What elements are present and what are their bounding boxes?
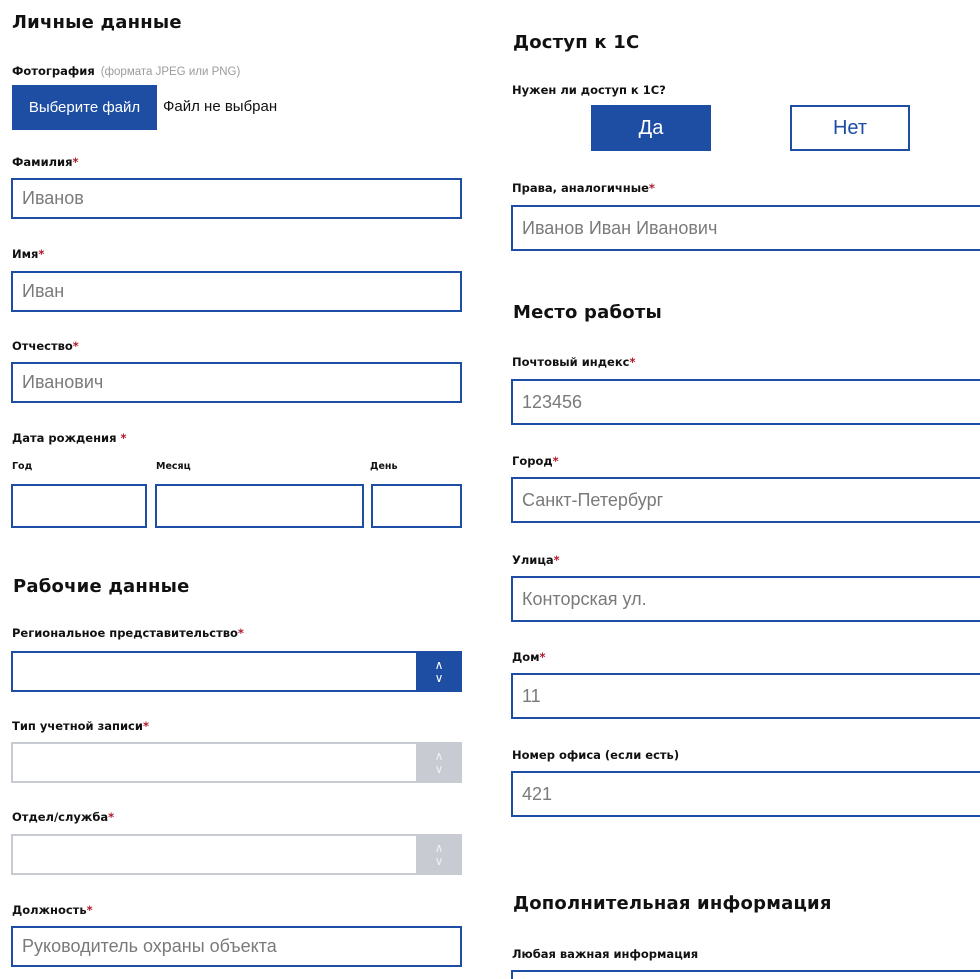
access-yes-button[interactable]: Да xyxy=(591,105,711,151)
department-label: Отдел/служба* xyxy=(12,810,114,824)
house-label: Дом* xyxy=(512,650,546,664)
city-input[interactable]: Санкт-Петербург xyxy=(511,477,980,523)
street-label-text: Улица xyxy=(512,553,554,567)
access-question-label: Нужен ли доступ к 1С? xyxy=(512,83,666,97)
rights-label: Права, аналогичные* xyxy=(512,181,655,195)
position-label: Должность* xyxy=(12,903,93,917)
position-label-text: Должность xyxy=(12,903,87,917)
day-label: День xyxy=(370,461,398,472)
city-label-text: Город xyxy=(512,454,553,468)
chevron-down-icon: ∨ xyxy=(434,670,444,685)
name-label-text: Имя xyxy=(12,247,39,261)
account-type-select[interactable]: ∧ ∨ xyxy=(11,742,462,783)
surname-label: Фамилия* xyxy=(12,155,79,169)
chevron-up-icon: ∧ xyxy=(434,840,444,855)
chevron-down-icon: ∨ xyxy=(434,853,444,868)
file-status-text: Файл не выбран xyxy=(163,98,278,115)
birth-day-input[interactable] xyxy=(371,484,462,528)
name-input[interactable]: Иван xyxy=(11,271,462,312)
workplace-title: Место работы xyxy=(513,302,662,323)
choose-file-button[interactable]: Выберите файл xyxy=(12,85,157,130)
extra-info-label: Любая важная информация xyxy=(512,947,699,961)
region-select[interactable]: ∧ ∨ xyxy=(11,651,462,692)
photo-label-text: Фотография xyxy=(12,64,95,78)
office-label: Номер офиса (если есть) xyxy=(512,748,680,762)
required-mark: * xyxy=(553,553,560,567)
access-no-button[interactable]: Нет xyxy=(790,105,910,151)
year-label: Год xyxy=(12,461,33,472)
city-label: Город* xyxy=(512,454,559,468)
surname-input[interactable]: Иванов xyxy=(11,178,462,219)
required-mark: * xyxy=(648,181,655,195)
required-mark: * xyxy=(552,454,559,468)
rights-input[interactable]: Иванов Иван Иванович xyxy=(511,205,980,251)
birth-date-label-text: Дата рождения xyxy=(12,431,121,445)
surname-label-text: Фамилия xyxy=(12,155,73,169)
house-label-text: Дом xyxy=(512,650,540,664)
account-type-label: Тип учетной записи* xyxy=(12,719,149,733)
birth-date-label: Дата рождения * xyxy=(12,431,127,445)
required-mark: * xyxy=(108,810,115,824)
registration-form: Личные данные Фотография (формата JPEG ил… xyxy=(0,0,980,979)
region-label: Региональное представительство* xyxy=(12,626,244,640)
required-mark: * xyxy=(72,155,79,169)
photo-label: Фотография (формата JPEG или PNG) xyxy=(12,64,240,78)
region-label-text: Региональное представительство xyxy=(12,626,238,640)
required-mark: * xyxy=(539,650,546,664)
birth-month-input[interactable] xyxy=(155,484,364,528)
chevron-up-icon: ∧ xyxy=(434,748,444,763)
department-label-text: Отдел/служба xyxy=(12,810,109,824)
rights-label-text: Права, аналогичные xyxy=(512,181,649,195)
month-label: Месяц xyxy=(156,461,191,472)
required-mark: * xyxy=(38,247,45,261)
birth-year-input[interactable] xyxy=(11,484,147,528)
select-arrows[interactable]: ∧ ∨ xyxy=(416,834,462,875)
patronymic-label: Отчество* xyxy=(12,339,79,353)
required-mark: * xyxy=(629,355,636,369)
postal-code-label-text: Почтовый индекс xyxy=(512,355,630,369)
access-1c-title: Доступ к 1С xyxy=(513,32,640,53)
required-mark: * xyxy=(142,719,149,733)
office-input[interactable]: 421 xyxy=(511,771,980,817)
house-input[interactable]: 11 xyxy=(511,673,980,719)
account-type-label-text: Тип учетной записи xyxy=(12,719,143,733)
name-label: Имя* xyxy=(12,247,44,261)
patronymic-label-text: Отчество xyxy=(12,339,73,353)
postal-code-input[interactable]: 123456 xyxy=(511,379,980,425)
chevron-down-icon: ∨ xyxy=(434,761,444,776)
personal-data-title: Личные данные xyxy=(12,12,182,33)
extra-info-title: Дополнительная информация xyxy=(513,893,832,914)
photo-format-hint: (формата JPEG или PNG) xyxy=(100,66,241,78)
select-arrows[interactable]: ∧ ∨ xyxy=(416,651,462,692)
required-mark: * xyxy=(120,431,127,445)
position-input[interactable]: Руководитель охраны объекта xyxy=(11,926,462,967)
chevron-up-icon: ∧ xyxy=(434,657,444,672)
postal-code-label: Почтовый индекс* xyxy=(512,355,635,369)
work-data-title: Рабочие данные xyxy=(13,576,190,597)
select-arrows[interactable]: ∧ ∨ xyxy=(416,742,462,783)
required-mark: * xyxy=(72,339,79,353)
required-mark: * xyxy=(86,903,93,917)
street-input[interactable]: Конторская ул. xyxy=(511,576,980,622)
extra-info-input[interactable] xyxy=(511,970,980,979)
patronymic-input[interactable]: Иванович xyxy=(11,362,462,403)
street-label: Улица* xyxy=(512,553,560,567)
department-select[interactable]: ∧ ∨ xyxy=(11,834,462,875)
required-mark: * xyxy=(237,626,244,640)
